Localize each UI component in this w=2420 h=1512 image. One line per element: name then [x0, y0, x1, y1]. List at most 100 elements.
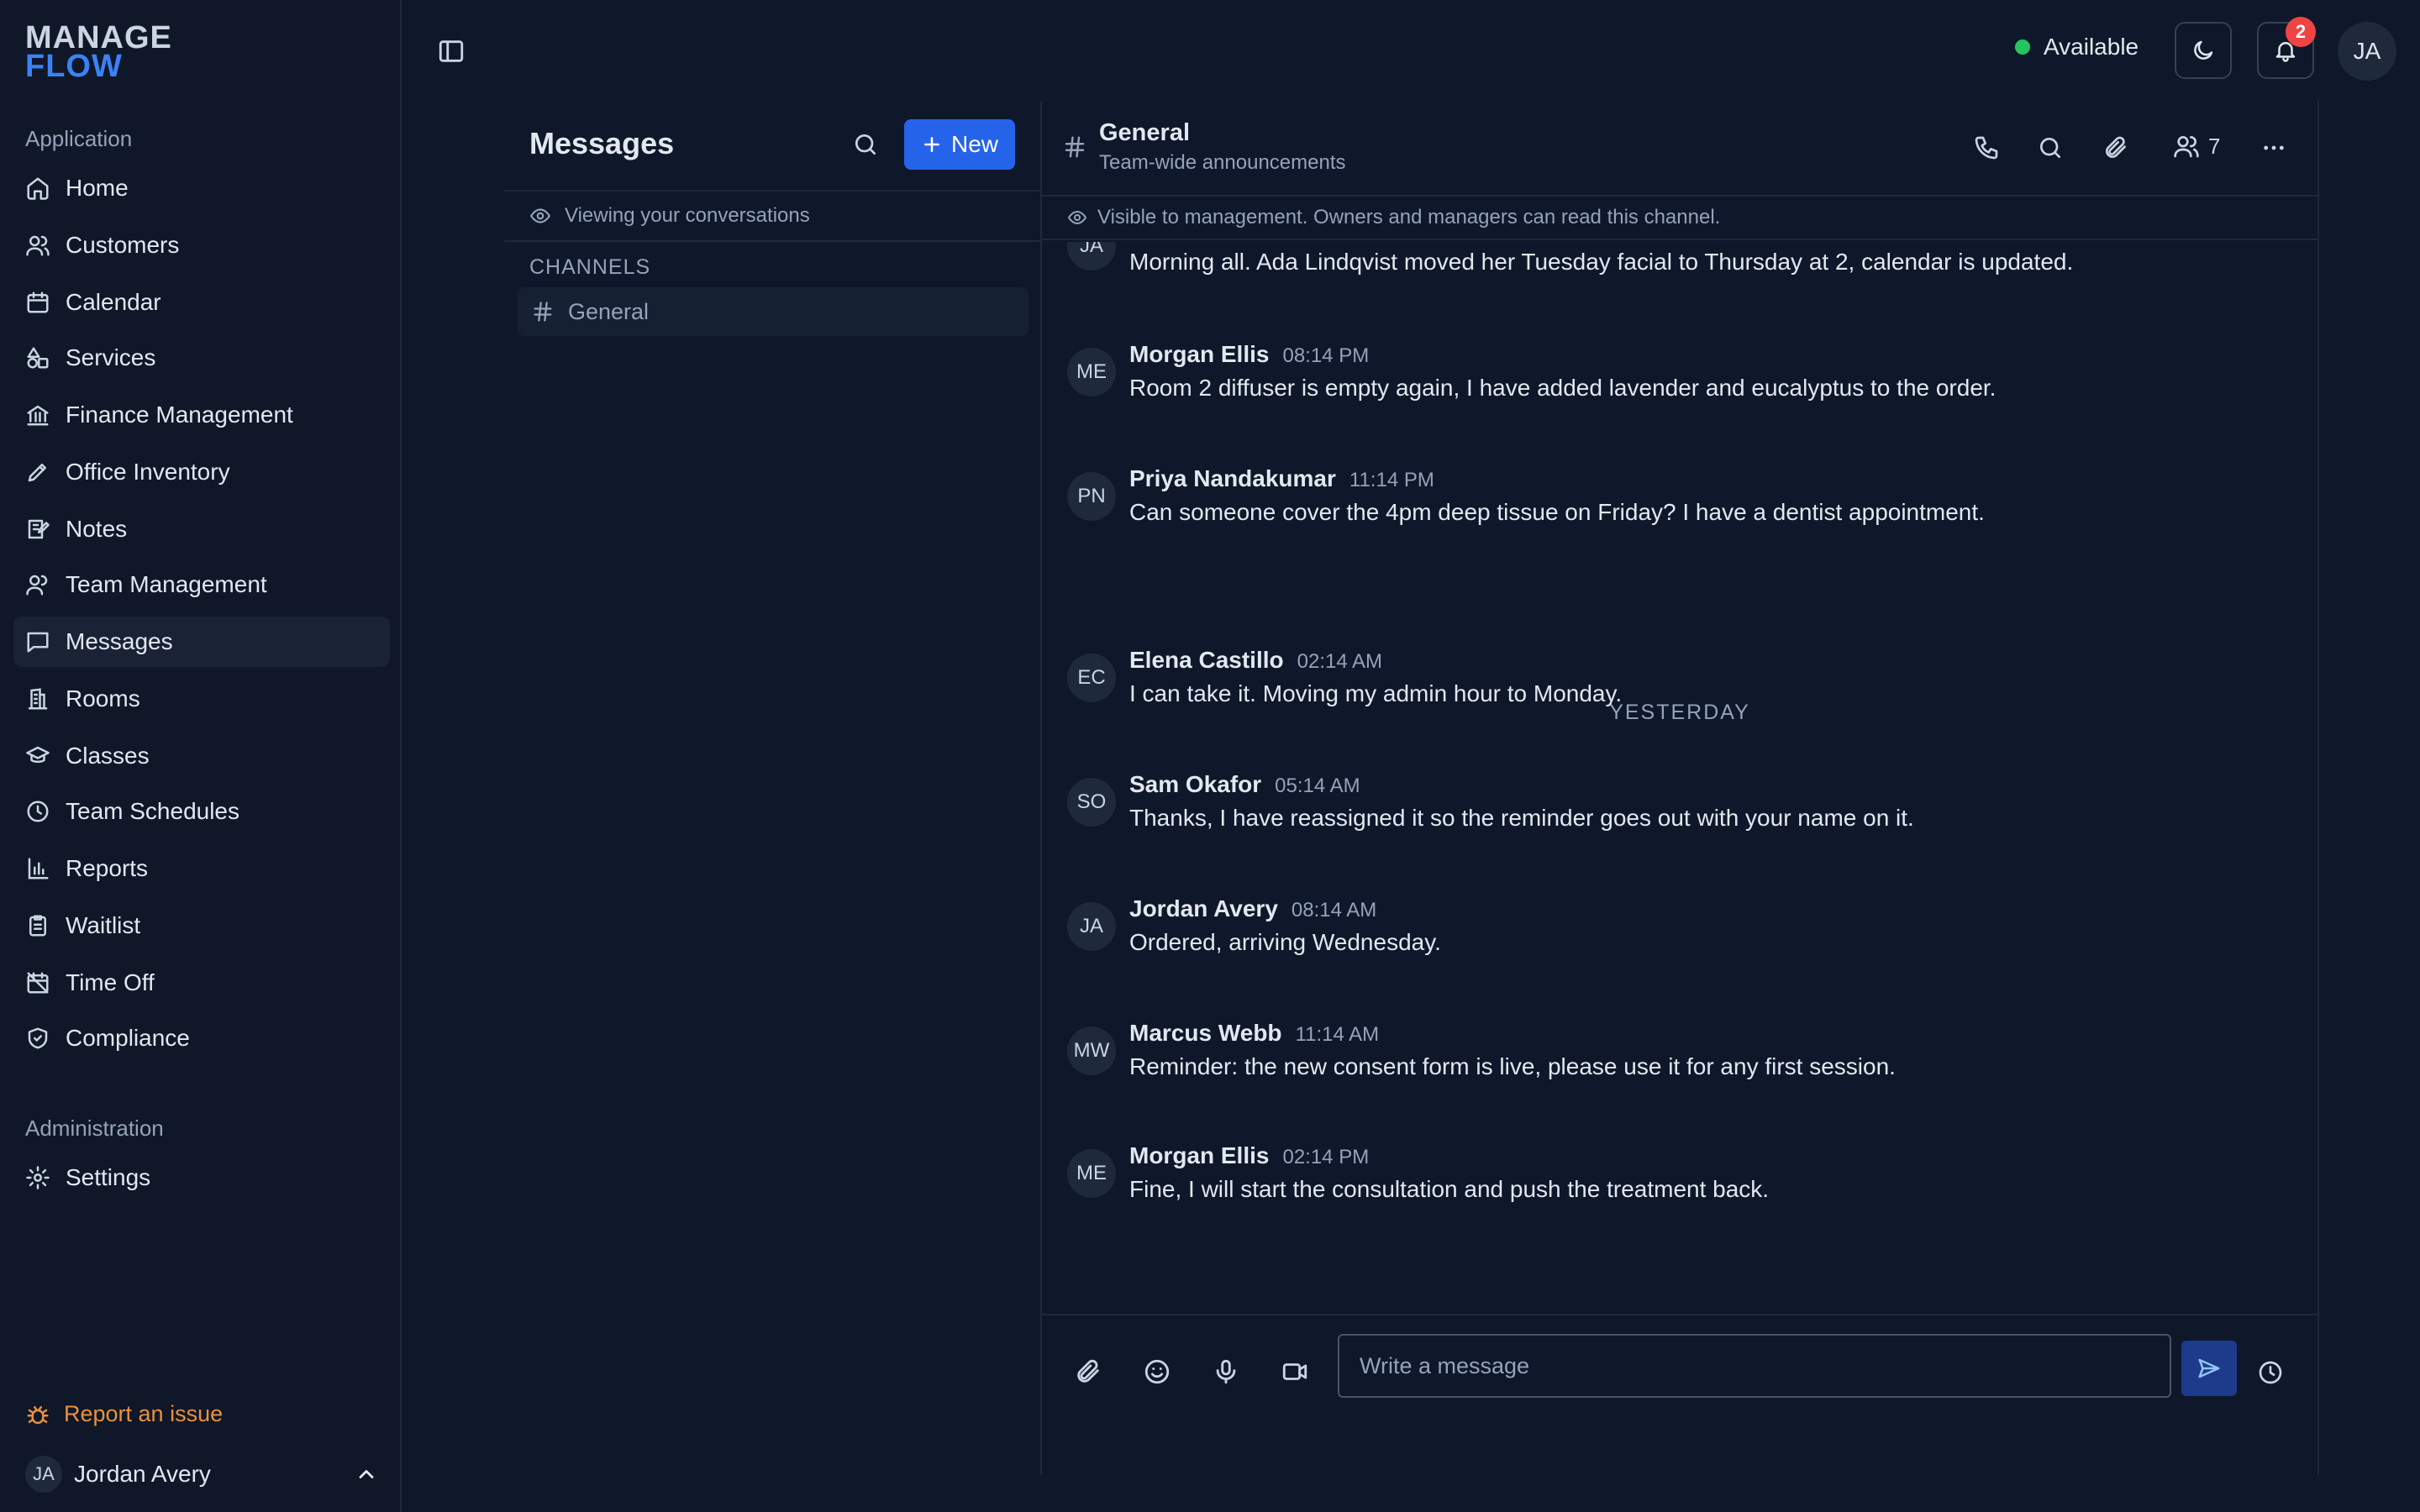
microphone-icon[interactable] — [1212, 1357, 1240, 1386]
home-icon — [27, 177, 49, 200]
sidebar-item-calendar[interactable]: Calendar — [13, 277, 390, 328]
avatar[interactable]: JA — [2338, 22, 2396, 81]
chat-pane: General Team-wide announcements 7 Visibl… — [1042, 101, 2319, 1475]
sidebar-item-home[interactable]: Home — [13, 163, 390, 213]
paperclip-icon[interactable] — [1074, 1357, 1102, 1386]
message-author: Elena Castillo — [1129, 647, 1284, 673]
sidebar-item-messages[interactable]: Messages — [13, 617, 390, 667]
sidebar-item-time-off[interactable]: Time Off — [13, 958, 390, 1008]
message-text: Ordered, arriving Wednesday. — [1129, 929, 1441, 955]
sidebar-item-label: Finance Management — [66, 402, 293, 428]
conversation-list: Messages New Viewing your conversations … — [504, 101, 1042, 1475]
message-time: 08:14 PM — [1282, 344, 1370, 367]
channel-item-general[interactable]: General — [518, 287, 1028, 336]
shapes-icon — [27, 347, 49, 369]
logo-text-bottom: FLOW — [25, 49, 123, 84]
user-menu[interactable]: JA Jordan Avery — [25, 1456, 378, 1493]
sidebar-toggle-icon[interactable] — [437, 37, 466, 66]
sidebar-item-customers[interactable]: Customers — [13, 220, 390, 270]
eye-icon — [529, 208, 551, 223]
message-time: 02:14 PM — [1282, 1146, 1370, 1168]
sidebar-item-team-management[interactable]: Team Management — [13, 559, 390, 610]
sidebar-item-classes[interactable]: Classes — [13, 731, 390, 781]
sidebar-item-compliance[interactable]: Compliance — [13, 1013, 390, 1063]
send-icon — [2198, 1358, 2220, 1378]
avatar: JA — [25, 1456, 62, 1493]
visibility-text: Visible to management. Owners and manage… — [1097, 206, 1721, 228]
sidebar: MANAGE FLOW Application Home Customers C… — [0, 0, 402, 1512]
sidebar-item-rooms[interactable]: Rooms — [13, 674, 390, 724]
app-logo[interactable]: MANAGE FLOW — [25, 22, 171, 84]
message-meta: Jordan Avery 08:14 AM — [1129, 895, 1376, 922]
new-conversation-button[interactable]: New — [904, 119, 1015, 170]
notes-icon — [28, 519, 50, 539]
channel-name: General — [568, 298, 650, 324]
sidebar-item-label: Team Management — [66, 571, 267, 597]
members-button[interactable]: 7 — [2173, 133, 2220, 160]
sidebar-item-reports[interactable]: Reports — [13, 843, 390, 894]
availability-status[interactable]: Available — [2015, 34, 2139, 60]
eye-icon — [1067, 210, 1087, 225]
message-author: Priya Nandakumar — [1129, 465, 1336, 491]
sidebar-item-label: Services — [66, 344, 156, 370]
message-text: Reminder: the new consent form is live, … — [1129, 1053, 1896, 1079]
avatar: JA — [1067, 242, 1116, 270]
avatar: SO — [1067, 778, 1116, 827]
paperclip-icon[interactable] — [2102, 134, 2129, 161]
sidebar-item-waitlist[interactable]: Waitlist — [13, 900, 390, 951]
gear-icon — [26, 1166, 50, 1189]
message-list[interactable]: JA Morning all. Ada Lindqvist moved her … — [1042, 242, 2317, 1411]
schedule-clock-icon[interactable] — [2257, 1359, 2284, 1386]
message-author: Morgan Ellis — [1129, 1142, 1270, 1168]
message-text: Morning all. Ada Lindqvist moved her Tue… — [1129, 249, 2074, 275]
message-meta: Sam Okafor 05:14 AM — [1129, 771, 1360, 798]
sidebar-item-label: Reports — [66, 855, 149, 881]
graduation-cap-icon — [26, 746, 50, 764]
message-input[interactable] — [1338, 1334, 2171, 1398]
send-button[interactable] — [2181, 1341, 2237, 1396]
theme-toggle-button[interactable] — [2175, 22, 2232, 79]
search-icon[interactable] — [852, 131, 879, 158]
sidebar-item-label: Calendar — [66, 289, 161, 315]
sidebar-item-team-schedules[interactable]: Team Schedules — [13, 786, 390, 837]
emoji-icon[interactable] — [1143, 1357, 1171, 1386]
sidebar-item-label: Office Inventory — [66, 459, 230, 485]
bar-chart-icon — [28, 858, 49, 879]
channel-title: General — [1099, 119, 1190, 146]
sidebar-item-services[interactable]: Services — [13, 333, 390, 383]
video-icon[interactable] — [1281, 1357, 1309, 1386]
sidebar-item-settings[interactable]: Settings — [13, 1152, 390, 1203]
avatar: EC — [1067, 654, 1116, 702]
chat-header: General Team-wide announcements 7 — [1042, 101, 2317, 195]
message-text: I can take it. Moving my admin hour to M… — [1129, 680, 1623, 706]
chevron-up-icon — [359, 1470, 374, 1478]
sidebar-item-notes[interactable]: Notes — [13, 504, 390, 554]
message-author: Marcus Webb — [1129, 1020, 1282, 1046]
sidebar-item-office-inventory[interactable]: Office Inventory — [13, 447, 390, 497]
message-time: 05:14 AM — [1275, 774, 1360, 797]
building-icon — [28, 688, 48, 710]
section-label-application: Application — [25, 126, 133, 151]
sidebar-item-label: Messages — [66, 628, 173, 654]
visibility-notice: Visible to management. Owners and manage… — [1042, 195, 2317, 240]
sidebar-item-finance-management[interactable]: Finance Management — [13, 390, 390, 440]
pen-icon — [28, 464, 46, 482]
sidebar-item-label: Notes — [66, 516, 128, 542]
page-title: Messages — [529, 126, 675, 160]
user-name: Jordan Avery — [74, 1461, 211, 1487]
channel-description: Team-wide announcements — [1099, 151, 1346, 174]
report-issue-link[interactable]: Report an issue — [25, 1401, 223, 1427]
more-icon[interactable] — [2260, 134, 2287, 161]
channels-heading: CHANNELS — [529, 255, 651, 279]
message-time: 11:14 PM — [1349, 469, 1434, 491]
message-icon — [27, 632, 49, 653]
search-icon[interactable] — [2037, 134, 2064, 161]
sidebar-item-label: Rooms — [66, 685, 140, 711]
users-icon — [26, 235, 50, 256]
sidebar-item-label: Settings — [66, 1164, 151, 1190]
phone-icon[interactable] — [1973, 134, 2000, 161]
message-composer — [1042, 1314, 2317, 1475]
shield-check-icon — [28, 1027, 48, 1049]
sidebar-item-label: Time Off — [66, 969, 155, 995]
sidebar-item-label: Waitlist — [66, 912, 141, 938]
